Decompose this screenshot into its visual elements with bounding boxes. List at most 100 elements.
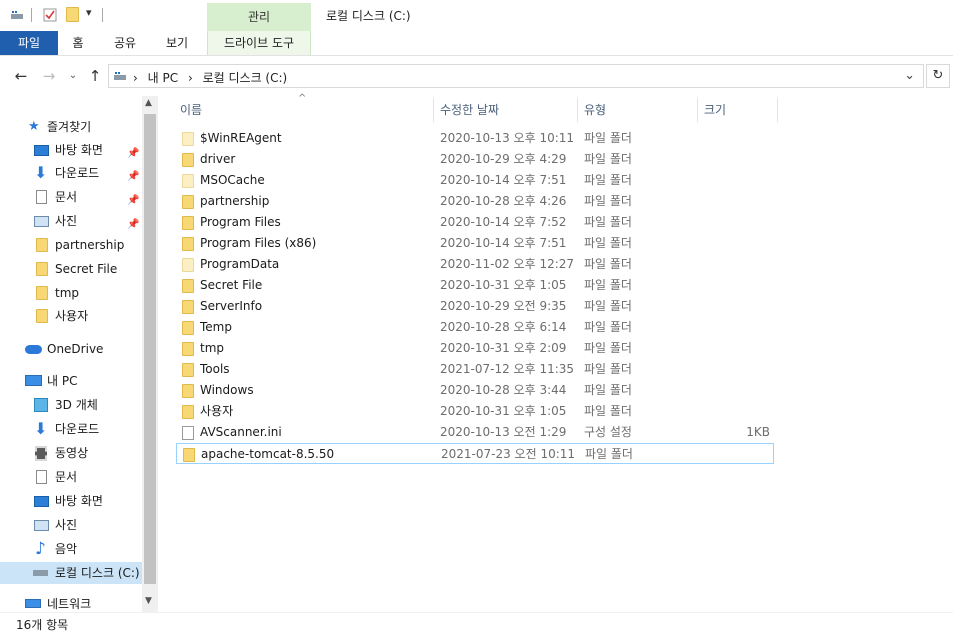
nav-item-desktop[interactable]: 바탕 화면 📌 <box>0 139 142 161</box>
nav-item-local-disk[interactable]: 로컬 디스크 (C:) <box>0 562 142 584</box>
file-row[interactable]: apache-tomcat-8.5.50 2021-07-23 오전 10:11 파… <box>176 443 774 464</box>
address-dropdown-chevron-icon[interactable]: ⌄ <box>904 68 915 83</box>
file-row[interactable]: tmp 2020-10-31 오후 2:09 파일 폴더 <box>176 338 774 359</box>
nav-item-label: 사진 <box>55 518 78 532</box>
customize-quick-access-icon[interactable]: ▾ <box>86 6 92 19</box>
file-row[interactable]: Temp 2020-10-28 오후 6:14 파일 폴더 <box>176 317 774 338</box>
nav-item-secret-file[interactable]: Secret File <box>0 258 142 280</box>
nav-item-pc-desktop[interactable]: 바탕 화면 <box>0 490 142 512</box>
file-row[interactable]: $WinREAgent 2020-10-13 오후 10:11 파일 폴더 <box>176 128 774 149</box>
toolbar-divider <box>102 8 103 22</box>
column-divider[interactable] <box>777 98 778 122</box>
file-name: $WinREAgent <box>200 131 282 145</box>
nav-this-pc[interactable]: 내 PC <box>0 370 142 392</box>
tab-view[interactable]: 보기 <box>162 31 192 55</box>
pin-icon[interactable]: 📌 <box>127 166 139 188</box>
column-header-name[interactable]: 이름 <box>180 96 202 122</box>
file-name: Tools <box>200 362 230 376</box>
file-row[interactable]: Program Files (x86) 2020-10-14 오후 7:51 파일 … <box>176 233 774 254</box>
nav-item-pc-pictures[interactable]: 사진 <box>0 514 142 536</box>
breadcrumb-separator[interactable]: › <box>188 71 193 85</box>
file-type: 파일 폴더 <box>584 404 632 418</box>
file-name: Program Files (x86) <box>200 236 317 250</box>
folder-icon <box>182 174 194 188</box>
new-folder-icon[interactable] <box>66 7 79 22</box>
title-bar: ▾ 관리 로컬 디스크 (C:) <box>0 0 953 31</box>
breadcrumb-this-pc[interactable]: 내 PC <box>148 71 178 85</box>
nav-item-label: Secret File <box>55 262 118 276</box>
tab-share[interactable]: 공유 <box>110 31 140 55</box>
nav-item-downloads[interactable]: ⬇ 다운로드 📌 <box>0 162 142 184</box>
breadcrumb-separator[interactable]: › <box>133 71 138 85</box>
file-date: 2021-07-12 오후 11:35 <box>440 362 575 376</box>
nav-item-pc-documents[interactable]: 문서 <box>0 466 142 488</box>
up-arrow-icon[interactable]: ↑ <box>86 67 104 85</box>
drive-icon[interactable] <box>10 8 24 22</box>
file-date: 2020-10-31 오후 1:05 <box>440 278 567 292</box>
nav-quick-access[interactable]: ★ 즐겨찾기 <box>0 116 142 138</box>
column-divider[interactable] <box>433 98 434 122</box>
folder-icon <box>182 195 194 209</box>
nav-item-label: 로컬 디스크 (C:) <box>55 566 140 580</box>
file-row[interactable]: partnership 2020-10-28 오후 4:26 파일 폴더 <box>176 191 774 212</box>
scroll-up-icon[interactable]: ▲ <box>145 98 152 108</box>
nav-scrollbar[interactable]: ▲ ▼ <box>142 96 158 612</box>
scroll-down-icon[interactable]: ▼ <box>145 596 152 606</box>
nav-item-3d-objects[interactable]: 3D 개체 <box>0 394 142 416</box>
properties-icon[interactable] <box>43 8 57 22</box>
nav-item-tmp[interactable]: tmp <box>0 282 142 304</box>
nav-item-pictures[interactable]: 사진 📌 <box>0 210 142 232</box>
refresh-icon[interactable]: ↻ <box>926 64 950 88</box>
file-date: 2020-10-28 오후 4:26 <box>440 194 567 208</box>
recent-locations-chevron-icon[interactable]: ⌄ <box>64 67 82 85</box>
tab-file[interactable]: 파일 <box>0 31 58 55</box>
file-name: MSOCache <box>200 173 265 187</box>
nav-item-pc-downloads[interactable]: ⬇ 다운로드 <box>0 418 142 440</box>
breadcrumb-local-disk[interactable]: 로컬 디스크 (C:) <box>203 71 288 85</box>
column-header-size[interactable]: 크기 <box>704 96 726 122</box>
file-date: 2020-10-13 오전 1:29 <box>440 425 567 439</box>
file-type: 구성 설정 <box>584 425 632 439</box>
film-icon <box>35 446 47 461</box>
file-row[interactable]: driver 2020-10-29 오후 4:29 파일 폴더 <box>176 149 774 170</box>
file-row[interactable]: MSOCache 2020-10-14 오후 7:51 파일 폴더 <box>176 170 774 191</box>
pin-icon[interactable]: 📌 <box>127 214 139 236</box>
nav-item-music[interactable]: ♪ 음악 <box>0 538 142 560</box>
pin-icon[interactable]: 📌 <box>127 190 139 212</box>
manage-tab[interactable]: 관리 <box>207 3 311 31</box>
column-header-type[interactable]: 유형 <box>584 96 606 122</box>
folder-icon <box>36 286 48 300</box>
column-header-date[interactable]: 수정한 날짜 <box>440 96 499 122</box>
column-divider[interactable] <box>577 98 578 122</box>
file-row[interactable]: ProgramData 2020-11-02 오후 12:27 파일 폴더 <box>176 254 774 275</box>
nav-scrollbar-thumb[interactable] <box>144 114 156 584</box>
file-row[interactable]: Program Files 2020-10-14 오후 7:52 파일 폴더 <box>176 212 774 233</box>
nav-item-videos[interactable]: 동영상 <box>0 442 142 464</box>
file-row[interactable]: 사용자 2020-10-31 오후 1:05 파일 폴더 <box>176 401 774 422</box>
address-bar[interactable]: › 내 PC › 로컬 디스크 (C:) ⌄ <box>108 64 924 88</box>
file-row[interactable]: ServerInfo 2020-10-29 오전 9:35 파일 폴더 <box>176 296 774 317</box>
file-row[interactable]: Tools 2021-07-12 오후 11:35 파일 폴더 <box>176 359 774 380</box>
nav-item-partnership[interactable]: partnership <box>0 234 142 256</box>
music-note-icon: ♪ <box>35 539 46 559</box>
tab-home[interactable]: 홈 <box>64 31 92 55</box>
nav-item-users[interactable]: 사용자 <box>0 305 142 327</box>
file-row[interactable]: AVScanner.ini 2020-10-13 오전 1:29 구성 설정 1KB <box>176 422 774 443</box>
file-type: 파일 폴더 <box>584 173 632 187</box>
file-name: Program Files <box>200 215 281 229</box>
nav-item-label: 사진 <box>55 214 78 228</box>
column-divider[interactable] <box>697 98 698 122</box>
file-row[interactable]: Windows 2020-10-28 오후 3:44 파일 폴더 <box>176 380 774 401</box>
nav-item-documents[interactable]: 문서 📌 <box>0 186 142 208</box>
nav-onedrive[interactable]: OneDrive <box>0 338 142 360</box>
folder-icon <box>182 384 194 398</box>
file-row[interactable]: Secret File 2020-10-31 오후 1:05 파일 폴더 <box>176 275 774 296</box>
forward-arrow-icon[interactable]: → <box>40 67 58 85</box>
file-type: 파일 폴더 <box>584 299 632 313</box>
file-date: 2020-10-14 오후 7:52 <box>440 215 567 229</box>
nav-quick-access-label: 즐겨찾기 <box>47 120 92 134</box>
file-date: 2020-10-28 오후 3:44 <box>440 383 567 397</box>
file-type: 파일 폴더 <box>584 320 632 334</box>
back-arrow-icon[interactable]: ← <box>12 67 30 85</box>
tab-drive-tools[interactable]: 드라이브 도구 <box>207 31 311 55</box>
